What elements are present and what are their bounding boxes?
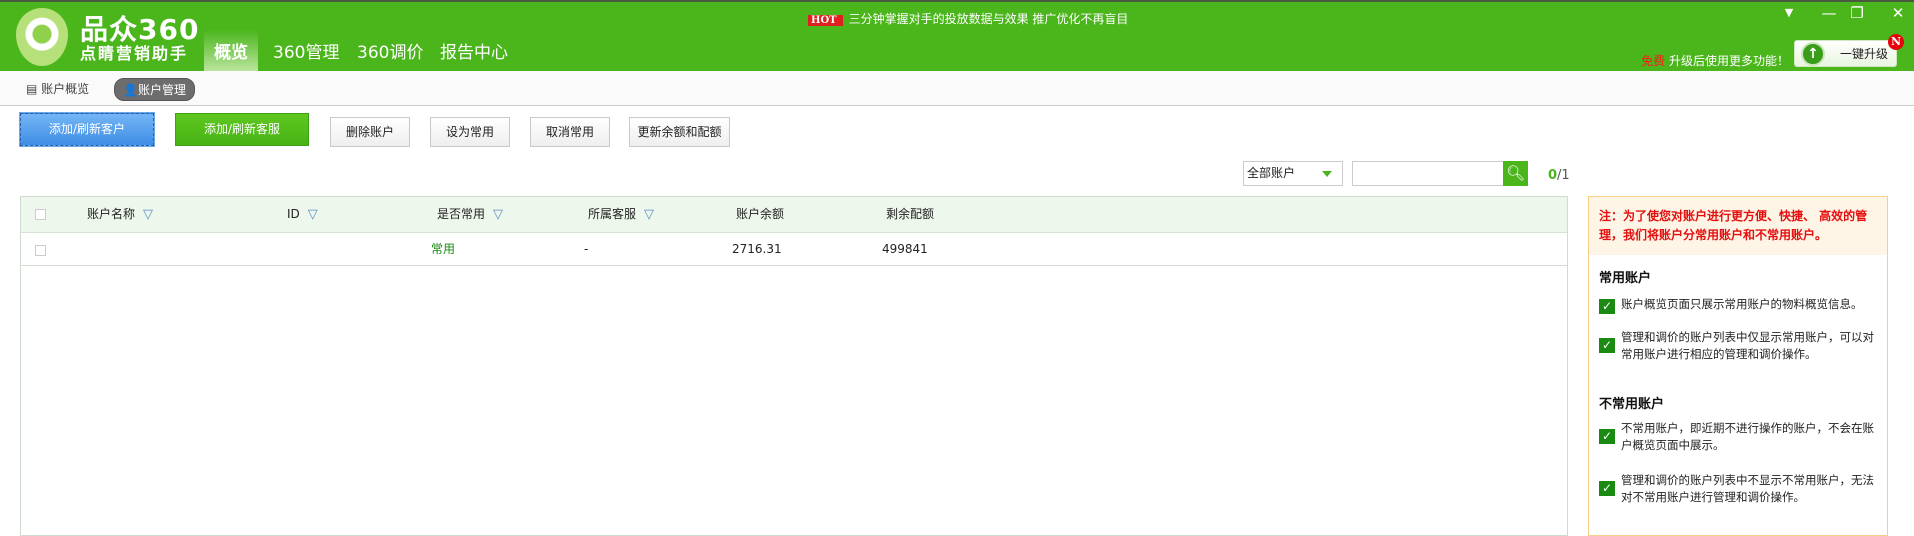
row-checkbox[interactable] bbox=[35, 245, 46, 256]
tab-overview[interactable]: 概览 bbox=[204, 30, 258, 73]
select-all-checkbox[interactable] bbox=[35, 209, 46, 220]
cell-quota: 499841 bbox=[882, 242, 928, 256]
promo-text: 三分钟掌握对手的投放数据与效果 推广优化不再盲目 bbox=[848, 12, 1129, 26]
update-balance-button[interactable]: 更新余额和配额 bbox=[629, 117, 730, 147]
grid-icon: ▤ bbox=[26, 82, 42, 96]
filter-icon: ▽ bbox=[143, 207, 154, 222]
filter-icon: ▽ bbox=[644, 207, 655, 222]
subnav-account-manage[interactable]: 👤账户管理 bbox=[114, 78, 195, 101]
cell-common: 常用 bbox=[431, 242, 456, 256]
col-service[interactable]: 所属客服 ▽ bbox=[588, 197, 654, 232]
menu-dropdown-icon[interactable]: ▼ bbox=[1777, 6, 1801, 19]
col-is-common[interactable]: 是否常用 ▽ bbox=[437, 197, 503, 232]
check-icon: ✓ bbox=[1599, 481, 1615, 496]
delete-account-button[interactable]: 删除账户 bbox=[330, 117, 410, 147]
brand-slogan: 点睛营销助手 bbox=[80, 44, 189, 63]
col-id[interactable]: ID ▽ bbox=[287, 197, 318, 232]
col-quota: 剩余配额 bbox=[886, 207, 935, 221]
col-balance: 账户余额 bbox=[736, 207, 785, 221]
cell-balance: 2716.31 bbox=[732, 242, 782, 256]
tab-360-bid[interactable]: 360调价 bbox=[347, 30, 433, 73]
uncommon-title: 不常用账户 bbox=[1599, 397, 1665, 412]
minimize-icon[interactable]: — bbox=[1817, 4, 1841, 22]
upgrade-button[interactable]: ↑ 一键升级 bbox=[1794, 40, 1897, 67]
new-badge: N bbox=[1888, 34, 1904, 50]
common-title: 常用账户 bbox=[1599, 271, 1652, 286]
top-header: 品众360 点睛营销助手 概览 360管理 360调价 报告中心 HOT 三分钟掌… bbox=[0, 0, 1914, 73]
add-refresh-service-button[interactable]: 添加/刷新客服 bbox=[175, 113, 309, 146]
filter-icon: ▽ bbox=[493, 207, 504, 222]
check-icon: ✓ bbox=[1599, 338, 1615, 353]
page-indicator: 0/1 bbox=[1548, 168, 1570, 183]
hot-badge: HOT bbox=[808, 15, 843, 26]
info-item: ✓ 管理和调价的账户列表中仅显示常用账户，可以对常用账户进行相应的管理和调价操作。 bbox=[1589, 329, 1887, 363]
table-row[interactable]: 常用 - 2716.31 499841 bbox=[21, 233, 1567, 266]
search-input[interactable] bbox=[1352, 161, 1504, 186]
search-icon[interactable]: 🔍︎ bbox=[1503, 161, 1528, 186]
upgrade-hint: 免费 升级后使用更多功能！ bbox=[1641, 54, 1789, 68]
filter-icon: ▽ bbox=[307, 207, 318, 222]
tab-report-center[interactable]: 报告中心 bbox=[430, 30, 518, 73]
close-icon[interactable]: ✕ bbox=[1886, 4, 1910, 22]
account-filter-select[interactable]: 全部账户 bbox=[1243, 161, 1343, 186]
maximize-icon[interactable]: ❐ bbox=[1845, 4, 1869, 22]
info-item: ✓ 账户概览页面只展示常用账户的物料概览信息。 bbox=[1589, 296, 1887, 314]
check-icon: ✓ bbox=[1599, 299, 1615, 314]
sub-navigation: ▤ 账户概览 👤账户管理 bbox=[0, 71, 1914, 106]
check-icon: ✓ bbox=[1599, 429, 1615, 444]
col-account-name[interactable]: 账户名称 ▽ bbox=[87, 197, 153, 232]
table-header: 账户名称 ▽ ID ▽ 是否常用 ▽ 所属客服 ▽ 账户余额 剩余配额 bbox=[21, 197, 1567, 233]
chevron-down-icon bbox=[1322, 171, 1332, 177]
info-item: ✓ 不常用账户，即近期不进行操作的账户，不会在账户概览页面中展示。 bbox=[1589, 420, 1887, 454]
info-item: ✓ 管理和调价的账户列表中不显示不常用账户，无法对不常用账户进行管理和调价操作。 bbox=[1589, 472, 1887, 506]
user-icon: 👤 bbox=[123, 83, 138, 97]
tab-360-manage[interactable]: 360管理 bbox=[263, 30, 349, 73]
info-panel: 注：为了使您对账户进行更方便、快捷、 高效的管理，我们将账户分常用账户和不常用账… bbox=[1588, 196, 1888, 536]
promo-link[interactable]: HOT 三分钟掌握对手的投放数据与效果 推广优化不再盲目 bbox=[808, 10, 1128, 27]
set-common-button[interactable]: 设为常用 bbox=[430, 117, 510, 147]
cell-service: - bbox=[584, 242, 589, 256]
accounts-table: 账户名称 ▽ ID ▽ 是否常用 ▽ 所属客服 ▽ 账户余额 剩余配额 常用 - 271… bbox=[20, 196, 1568, 536]
cancel-common-button[interactable]: 取消常用 bbox=[530, 117, 610, 147]
panel-note: 注：为了使您对账户进行更方便、快捷、 高效的管理，我们将账户分常用账户和不常用账… bbox=[1589, 197, 1887, 255]
arrow-up-icon: ↑ bbox=[1801, 42, 1825, 66]
subnav-account-overview[interactable]: ▤ 账户概览 bbox=[18, 78, 97, 101]
add-refresh-client-button[interactable]: 添加/刷新客户 bbox=[19, 112, 155, 147]
logo-icon bbox=[16, 8, 68, 66]
